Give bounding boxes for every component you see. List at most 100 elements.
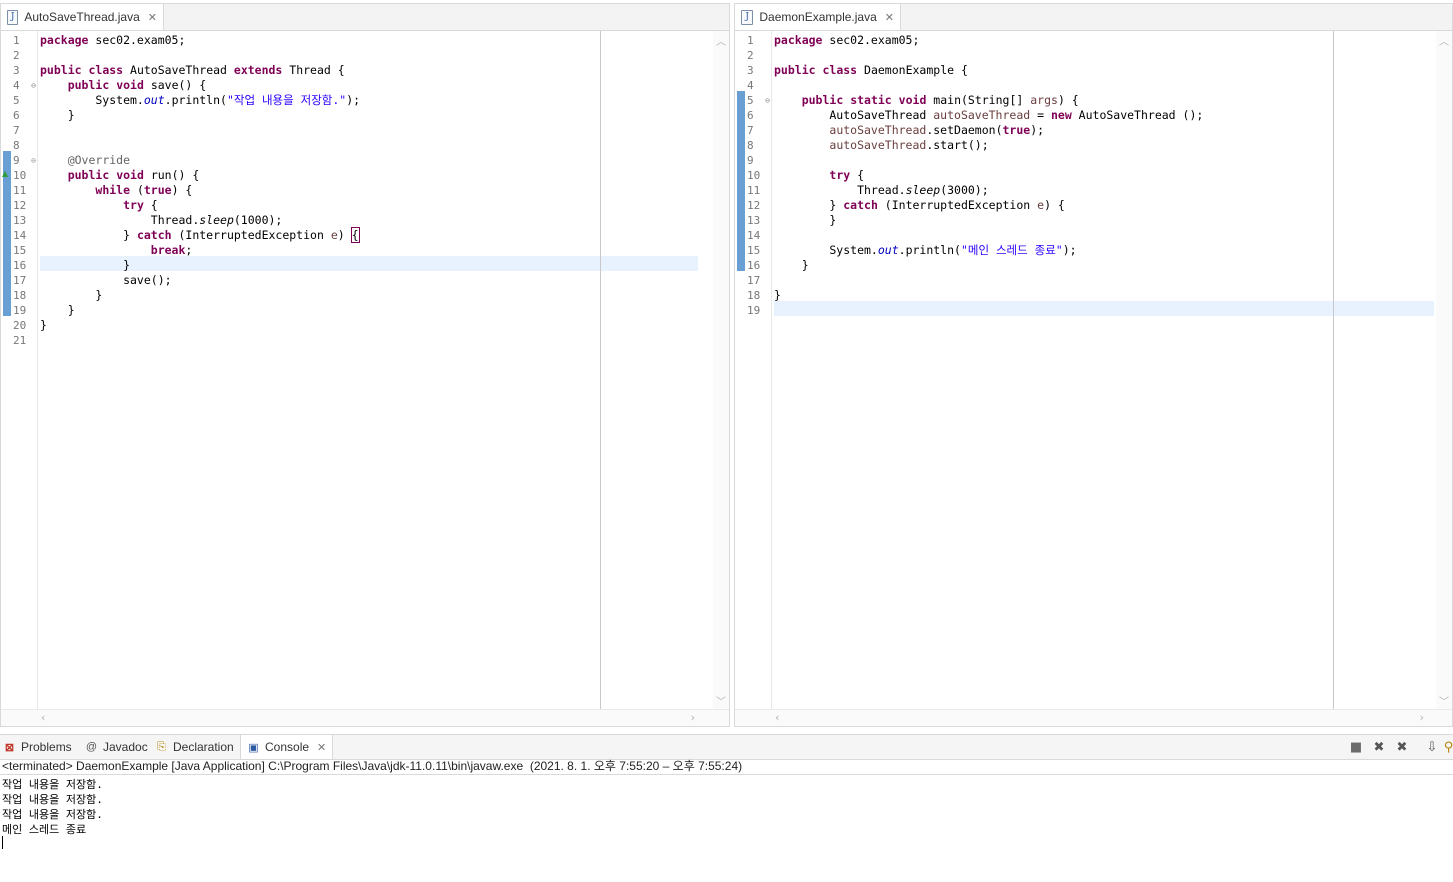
close-icon[interactable]: ✕ <box>885 11 894 24</box>
code-token: catch <box>136 228 172 242</box>
fold-toggle-icon[interactable]: ⊖ <box>31 78 36 93</box>
horizontal-scrollbar[interactable]: ‹ › <box>1 709 729 726</box>
code-token: (3000); <box>940 183 989 197</box>
line-number: 13 <box>747 214 761 227</box>
code-token: sleep <box>199 213 234 227</box>
console-header: <terminated> DaemonExample [Java Applica… <box>2 759 743 773</box>
vertical-scrollbar[interactable]: ︿ ﹀ <box>1436 31 1452 710</box>
horizontal-scrollbar[interactable]: ‹ › <box>735 709 1452 726</box>
console-line: 작업 내용을 저장함. <box>2 778 103 791</box>
line-number: 6 <box>747 109 754 122</box>
chevron-right-icon[interactable]: › <box>1420 711 1424 724</box>
code-token: AutoSaveThread <box>774 108 934 122</box>
fold-toggle-icon[interactable]: ⊖ <box>765 93 770 108</box>
code-token: class <box>88 63 124 77</box>
code-token: Thread { <box>282 63 345 77</box>
line-number: 10 <box>13 169 27 182</box>
terminate-icon[interactable]: ■ <box>1348 739 1364 755</box>
code-token: out <box>877 243 899 257</box>
chevron-up-icon[interactable]: ︿ <box>716 33 726 48</box>
code-token: "메인 스레드 종료" <box>960 243 1063 257</box>
line-number: 11 <box>747 184 761 197</box>
pin-console-icon[interactable]: ⚲ <box>1444 739 1453 755</box>
close-icon[interactable]: ✕ <box>317 741 326 754</box>
code-token: class <box>822 63 858 77</box>
close-icon[interactable]: ✕ <box>148 11 157 24</box>
chevron-left-icon[interactable]: ‹ <box>775 711 779 724</box>
code-token: autoSaveThread <box>829 123 927 137</box>
code-token: public <box>67 78 110 92</box>
code-area[interactable]: 1 2 3 4 5 ⊖ 6 7 8 9 10 11 12 13 14 15 16 17 18 19 package s… <box>735 31 1452 710</box>
chevron-left-icon[interactable]: ‹ <box>41 711 45 724</box>
code-line: } <box>774 258 1421 273</box>
code-token: } <box>40 108 75 122</box>
tab-problems[interactable]: ⊠ Problems <box>3 735 72 759</box>
tab-daemonexample[interactable]: J DaemonExample.java ✕ <box>735 4 901 30</box>
code-token: .println( <box>164 93 227 107</box>
code-token: (InterruptedException <box>877 198 1038 212</box>
code-token: true <box>143 183 172 197</box>
line-number: 17 <box>13 274 27 287</box>
tab-javadoc[interactable]: @ Javadoc <box>85 735 148 759</box>
line-number: 4 ⊖ <box>13 78 36 93</box>
chevron-down-icon[interactable]: ﹀ <box>1439 693 1449 708</box>
code-token: e <box>330 228 338 242</box>
line-number: 20 <box>13 319 27 332</box>
code-token: = <box>1030 108 1051 122</box>
problems-icon: ⊠ <box>4 741 15 754</box>
code-token: main(String[] <box>926 93 1031 107</box>
editor-daemonexample: J DaemonExample.java ✕ 1 2 3 4 5 ⊖ 6 7 8 9 10 11 12 1… <box>734 3 1453 727</box>
code-token: ); <box>1062 243 1077 257</box>
vertical-scrollbar[interactable]: ︿ ﹀ <box>713 31 729 710</box>
tab-declaration[interactable]: ⎘ Declaration <box>155 735 234 759</box>
tab-console[interactable]: ▣ Console ✕ <box>240 735 334 759</box>
line-number: 1 <box>747 34 754 47</box>
code-token: public <box>801 93 844 107</box>
line-number: 6 <box>13 109 20 122</box>
code-token: @Override <box>67 153 131 167</box>
console-line: 작업 내용을 저장함. <box>2 793 103 806</box>
code-token: Thread. <box>40 213 200 227</box>
override-marker-icon: ▲ <box>2 169 9 178</box>
line-number: 21 <box>13 334 27 347</box>
code-token: (1000); <box>233 213 283 227</box>
code-token: true <box>1002 123 1031 137</box>
code-token: package <box>774 33 823 47</box>
code-text[interactable]: package sec02.exam05; public class Daemon… <box>774 31 1434 710</box>
code-token: public <box>774 63 816 77</box>
scroll-lock-icon[interactable]: ⇩ <box>1424 739 1440 755</box>
code-token: ); <box>346 93 361 107</box>
tab-label: Javadoc <box>103 740 148 754</box>
line-number: 12 <box>13 199 27 212</box>
tab-autosavethread[interactable]: J AutoSaveThread.java ✕ <box>1 4 164 30</box>
tab-label: Console <box>265 740 310 754</box>
chevron-down-icon[interactable]: ﹀ <box>716 693 726 708</box>
code-line: public static void main(String[] args) { <box>774 93 1421 108</box>
line-number: 5 <box>13 94 20 107</box>
code-token: .println( <box>898 243 961 257</box>
line-number: 8 <box>13 139 20 152</box>
line-number: 9 <box>747 154 754 167</box>
code-token: { <box>850 168 865 182</box>
line-number: 5 ⊖ <box>747 93 770 108</box>
code-token: ( <box>130 183 144 197</box>
code-token: AutoSaveThread (); <box>1071 108 1204 122</box>
code-token: System. <box>40 93 144 107</box>
code-token: out <box>143 93 165 107</box>
code-token: DaemonExample { <box>857 63 968 77</box>
line-number: 4 <box>747 79 754 92</box>
fold-toggle-icon[interactable]: ⊖ <box>31 153 36 168</box>
change-ruler <box>735 31 747 710</box>
chevron-right-icon[interactable]: › <box>691 711 695 724</box>
code-line: Thread.sleep(3000); <box>774 183 1421 198</box>
remove-launch-icon[interactable]: ✖ <box>1371 739 1387 755</box>
code-area[interactable]: ▲ 1 2 3 4 ⊖ 5 6 7 8 9 ⊖ 10 11 12 13 14 15 16 17 18 19 20 21 pa… <box>1 31 729 710</box>
code-token: package <box>40 33 89 47</box>
chevron-up-icon[interactable]: ︿ <box>1439 33 1449 48</box>
remove-all-launches-icon[interactable]: ✖ <box>1394 739 1410 755</box>
